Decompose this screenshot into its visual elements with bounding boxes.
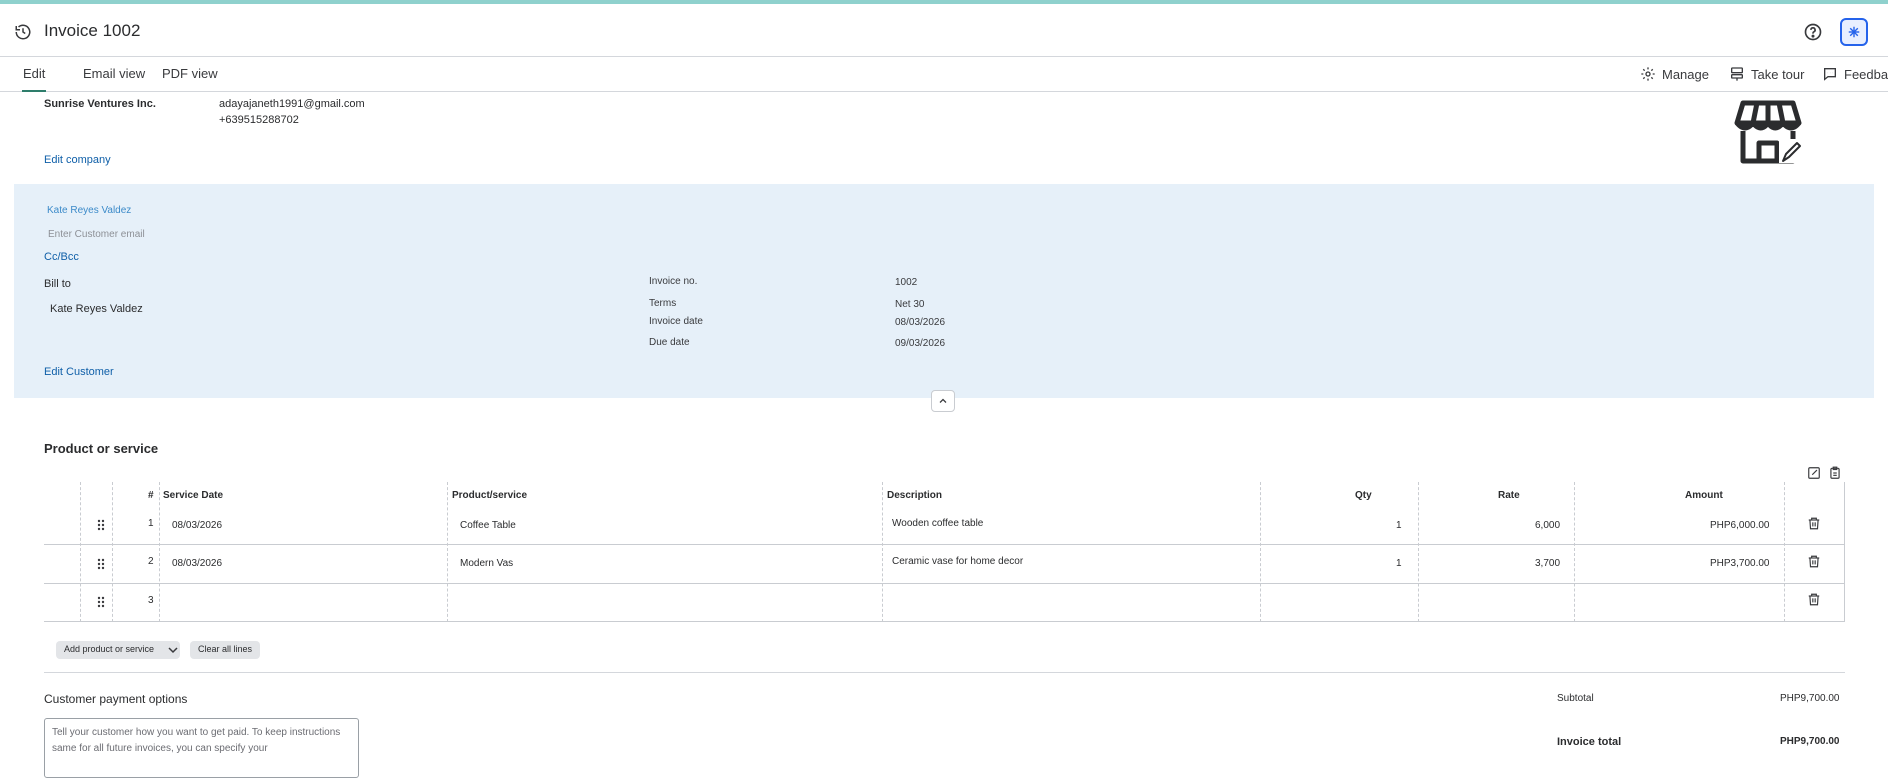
invoice-total-label: Invoice total — [1557, 736, 1622, 748]
drag-handle-icon[interactable] — [97, 596, 105, 608]
trash-icon[interactable] — [1807, 554, 1821, 569]
company-name: Sunrise Ventures Inc. — [44, 98, 156, 110]
customer-name-selector[interactable]: Kate Reyes Valdez — [47, 205, 131, 216]
company-section: Sunrise Ventures Inc. adayajaneth1991@gm… — [14, 92, 1874, 184]
col-header-qty: Qty — [1355, 490, 1372, 501]
col-header-rate: Rate — [1498, 490, 1520, 501]
row-num: 2 — [148, 556, 154, 567]
col-header-service-date: Service Date — [163, 490, 224, 501]
edit-columns-icon[interactable] — [1807, 466, 1821, 480]
company-email: adayajaneth1991@gmail.com — [219, 98, 365, 110]
invoice-date-label: Invoice date — [649, 316, 703, 327]
help-circle-icon[interactable] — [1803, 22, 1823, 42]
bill-to-name: Kate Reyes Valdez — [50, 303, 143, 315]
customer-email-field[interactable]: Enter Customer email — [48, 229, 145, 240]
cc-bcc-link[interactable]: Cc/Bcc — [44, 251, 79, 263]
invoice-no-field[interactable]: 1002 — [895, 277, 917, 288]
subtotal-label: Subtotal — [1557, 693, 1594, 704]
row-qty[interactable]: 1 — [1396, 558, 1402, 569]
clear-all-lines-button[interactable]: Clear all lines — [190, 641, 261, 659]
row-rate[interactable]: 3,700 — [1535, 558, 1560, 569]
chevron-down-icon[interactable] — [168, 646, 178, 654]
product-table: # Service Date Product/service Descripti… — [44, 482, 1845, 622]
bug-icon — [1848, 26, 1860, 38]
customer-section: Kate Reyes Valdez Enter Customer email C… — [14, 184, 1874, 398]
invoice-date-field[interactable]: 08/03/2026 — [895, 317, 945, 328]
col-header-description: Description — [887, 490, 943, 501]
company-phone: +639515288702 — [219, 114, 299, 126]
manage-button[interactable]: Manage — [1640, 66, 1709, 82]
edit-customer-link[interactable]: Edit Customer — [44, 366, 114, 378]
drag-handle-icon[interactable] — [97, 519, 105, 531]
row-service-date[interactable]: 08/03/2026 — [172, 520, 222, 531]
edit-company-link[interactable]: Edit company — [44, 154, 111, 166]
tab-pdf-view[interactable]: PDF view — [162, 66, 218, 81]
col-header-product: Product/service — [452, 490, 528, 501]
col-header-num: # — [148, 490, 154, 501]
col-header-amount: Amount — [1685, 490, 1723, 501]
row-description[interactable]: Ceramic vase for home decor — [892, 556, 1023, 567]
subtotal-value: PHP9,700.00 — [1780, 693, 1840, 704]
tour-icon — [1731, 67, 1743, 81]
gear-icon — [1641, 67, 1655, 81]
row-service-date[interactable]: 08/03/2026 — [172, 558, 222, 569]
row-num: 1 — [148, 518, 154, 529]
bill-to-label: Bill to — [44, 278, 71, 290]
terms-label: Terms — [649, 298, 677, 309]
row-description[interactable]: Wooden coffee table — [892, 518, 983, 529]
products-section-title: Product or service — [44, 441, 159, 456]
invoice-total-value: PHP9,700.00 — [1780, 736, 1840, 747]
row-num: 3 — [148, 595, 154, 606]
row-qty[interactable]: 1 — [1396, 520, 1402, 531]
drag-handle-icon[interactable] — [97, 558, 105, 570]
clipboard-icon[interactable] — [1828, 466, 1842, 480]
view-tabs: Edit Email view PDF view Manage Take tou… — [0, 58, 1888, 92]
feedback-icon — [1824, 68, 1836, 81]
trash-icon[interactable] — [1807, 516, 1821, 531]
row-amount: PHP6,000.00 — [1710, 520, 1770, 531]
add-product-button[interactable]: Add product or service — [56, 641, 181, 659]
row-product[interactable]: Coffee Table — [460, 520, 516, 531]
bug-button[interactable] — [1840, 18, 1868, 46]
chevron-up-icon — [939, 398, 947, 403]
feedback-button[interactable]: Feedbac — [1822, 66, 1888, 82]
storefront-icon[interactable] — [1733, 99, 1803, 169]
row-product[interactable]: Modern Vas — [460, 558, 513, 569]
history-icon[interactable] — [14, 23, 32, 41]
due-date-label: Due date — [649, 337, 690, 348]
row-amount: PHP3,700.00 — [1710, 558, 1770, 569]
due-date-field[interactable]: 09/03/2026 — [895, 338, 945, 349]
tab-email-view[interactable]: Email view — [83, 66, 145, 81]
feedback-label: Feedbac — [1844, 66, 1888, 82]
payment-instructions-field[interactable]: Tell your customer how you want to get p… — [44, 718, 359, 778]
collapse-button[interactable] — [931, 390, 955, 412]
payment-options-title: Customer payment options — [44, 692, 188, 706]
manage-label: Manage — [1662, 66, 1709, 82]
section-divider — [44, 672, 1845, 673]
row-rate[interactable]: 6,000 — [1535, 520, 1560, 531]
terms-field[interactable]: Net 30 — [895, 299, 924, 310]
trash-icon[interactable] — [1807, 592, 1821, 607]
page-header: Invoice 1002 — [0, 4, 1888, 57]
invoice-no-label: Invoice no. — [649, 276, 698, 287]
take-tour-button[interactable]: Take tour — [1729, 66, 1804, 82]
page-title: Invoice 1002 — [44, 21, 141, 40]
take-tour-label: Take tour — [1751, 66, 1805, 82]
tab-edit[interactable]: Edit — [22, 66, 47, 92]
